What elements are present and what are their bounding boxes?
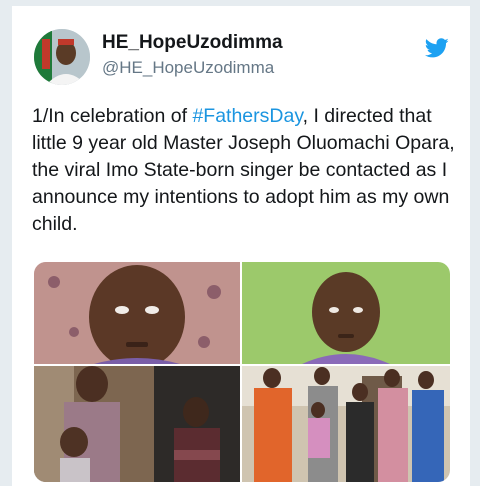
- twitter-bird-icon[interactable]: [424, 36, 449, 60]
- media-grid[interactable]: [34, 262, 450, 482]
- user-handle[interactable]: @HE_HopeUzodimma: [102, 58, 274, 78]
- avatar[interactable]: [34, 29, 90, 85]
- hashtag-link[interactable]: #FathersDay: [192, 105, 302, 127]
- photo-3[interactable]: [34, 366, 240, 482]
- display-name[interactable]: HE_HopeUzodimma: [102, 32, 283, 54]
- tweet-text: 1/In celebration of #FathersDay, I direc…: [32, 103, 457, 238]
- photo-2[interactable]: [242, 262, 450, 364]
- photo-1[interactable]: [34, 262, 240, 364]
- tweet-text-start: 1/In celebration of: [32, 105, 193, 127]
- tweet-card[interactable]: HE_HopeUzodimma @HE_HopeUzodimma 1/In ce…: [12, 6, 470, 486]
- photo-4[interactable]: [242, 366, 450, 482]
